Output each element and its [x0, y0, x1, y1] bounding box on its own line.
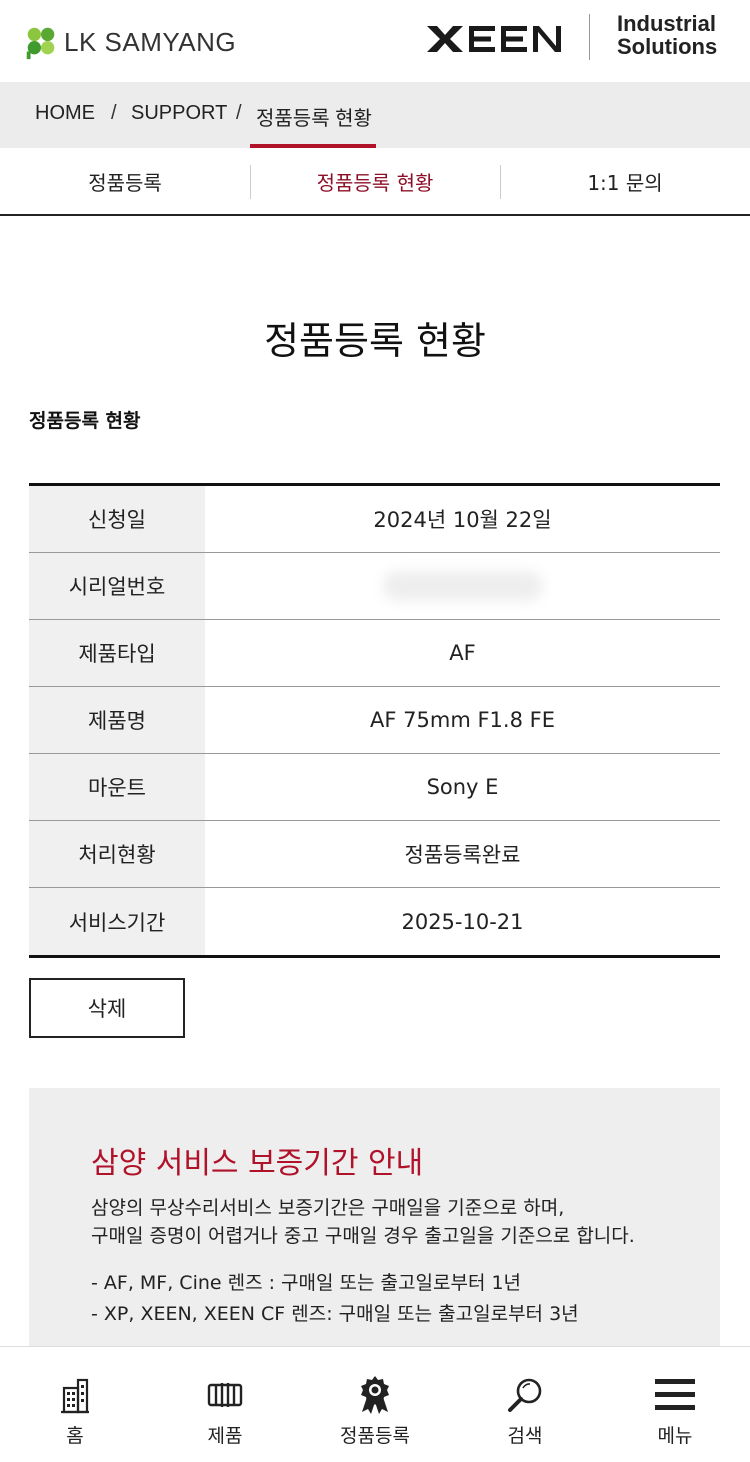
value-processing-status: 정품등록완료 — [404, 843, 521, 867]
redaction-blur — [382, 571, 543, 601]
value-serial-number-redacted — [205, 553, 720, 619]
sub-tabs: 정품등록 정품등록 현황 1:1 문의 — [0, 148, 750, 216]
label-product-type: 제품타입 — [29, 620, 205, 686]
page-title: 정품등록 현황 — [264, 319, 486, 363]
site-header: LK SAMYANG Industrial Solutions — [0, 0, 750, 82]
table-row: 처리현황 정품등록완료 — [29, 821, 720, 888]
label-service-period: 서비스기간 — [29, 888, 205, 955]
table-row: 마운트 Sony E — [29, 754, 720, 821]
breadcrumb-support[interactable]: SUPPORT — [131, 102, 227, 125]
notice-body: 삼양의 무상수리서비스 보증기간은 구매일을 기준으로 하며, 구매일 증명이 … — [91, 1194, 635, 1250]
nav-label: 검색 — [507, 1425, 543, 1447]
notice-list-item: - AF, MF, Cine 렌즈 : 구매일 또는 출고일로부터 1년 — [91, 1272, 522, 1294]
notice-body-line: 삼양의 무상수리서비스 보증기간은 구매일을 기준으로 하며, — [91, 1197, 565, 1219]
clover-logo-icon — [26, 27, 55, 60]
search-icon — [505, 1375, 545, 1415]
section-title: 정품등록 현황 — [29, 410, 141, 432]
nav-label: 제품 — [207, 1425, 243, 1447]
table-row: 제품명 AF 75mm F1.8 FE — [29, 687, 720, 754]
notice-list: - AF, MF, Cine 렌즈 : 구매일 또는 출고일로부터 1년 - X… — [91, 1268, 579, 1330]
value-product-type: AF — [449, 641, 476, 665]
value-application-date: 2024년 10월 22일 — [373, 508, 552, 532]
value-product-name: AF 75mm F1.8 FE — [370, 708, 555, 732]
award-badge-icon — [355, 1375, 395, 1415]
industrial-line1: Industrial — [617, 11, 717, 36]
label-application-date: 신청일 — [29, 486, 205, 552]
breadcrumb-current[interactable]: 정품등록 현황 — [256, 102, 372, 131]
lk-samyang-logo[interactable]: LK SAMYANG — [22, 22, 236, 62]
table-row: 시리얼번호 — [29, 553, 720, 620]
warranty-notice-box: 삼양 서비스 보증기간 안내 삼양의 무상수리서비스 보증기간은 구매일을 기준… — [29, 1088, 720, 1358]
breadcrumb-home[interactable]: HOME — [35, 102, 95, 125]
notice-body-line: 구매일 증명이 어렵거나 중고 구매일 경우 출고일을 기준으로 합니다. — [91, 1225, 635, 1247]
xeen-logo[interactable] — [425, 22, 563, 56]
label-mount: 마운트 — [29, 754, 205, 820]
brand-name: LK SAMYANG — [64, 26, 237, 57]
delete-button[interactable]: 삭제 — [29, 978, 185, 1038]
nav-home[interactable]: 홈 — [0, 1347, 150, 1462]
nav-search[interactable]: 검색 — [450, 1347, 600, 1462]
label-product-name: 제품명 — [29, 687, 205, 753]
industrial-line2: Solutions — [617, 34, 718, 59]
tab-registration-status[interactable]: 정품등록 현황 — [250, 148, 500, 214]
table-row: 제품타입 AF — [29, 620, 720, 687]
nav-product-registration[interactable]: 정품등록 — [300, 1347, 450, 1462]
hamburger-menu-icon — [655, 1375, 695, 1415]
breadcrumb-separator: / — [111, 102, 117, 124]
bottom-navigation: 홈 제품 정품등록 검색 메뉴 — [0, 1346, 750, 1462]
label-serial-number: 시리얼번호 — [29, 553, 205, 619]
breadcrumb-separator: / — [236, 102, 242, 124]
industrial-solutions-logo[interactable]: Industrial Solutions — [617, 12, 717, 58]
notice-title: 삼양 서비스 보증기간 안내 — [91, 1146, 424, 1181]
header-divider — [589, 14, 590, 60]
nav-menu[interactable]: 메뉴 — [600, 1347, 750, 1462]
nav-products[interactable]: 제품 — [150, 1347, 300, 1462]
building-icon — [55, 1375, 95, 1415]
nav-label: 정품등록 — [340, 1425, 410, 1447]
tab-product-registration[interactable]: 정품등록 — [0, 148, 250, 214]
table-row: 서비스기간 2025-10-21 — [29, 888, 720, 955]
nav-label: 홈 — [66, 1425, 84, 1447]
breadcrumb: HOME / SUPPORT / 정품등록 현황 — [0, 82, 750, 148]
lens-icon — [205, 1375, 245, 1415]
value-service-period: 2025-10-21 — [401, 909, 524, 934]
tab-one-to-one-inquiry[interactable]: 1:1 문의 — [500, 148, 750, 214]
value-mount: Sony E — [426, 775, 499, 799]
notice-list-item: - XP, XEEN, XEEN CF 렌즈: 구매일 또는 출고일로부터 3년 — [91, 1303, 579, 1325]
registration-details-table: 신청일 2024년 10월 22일 시리얼번호 제품타입 AF 제품명 AF 7… — [29, 483, 720, 958]
nav-label: 메뉴 — [657, 1425, 693, 1447]
label-processing-status: 처리현황 — [29, 821, 205, 887]
table-row: 신청일 2024년 10월 22일 — [29, 486, 720, 553]
